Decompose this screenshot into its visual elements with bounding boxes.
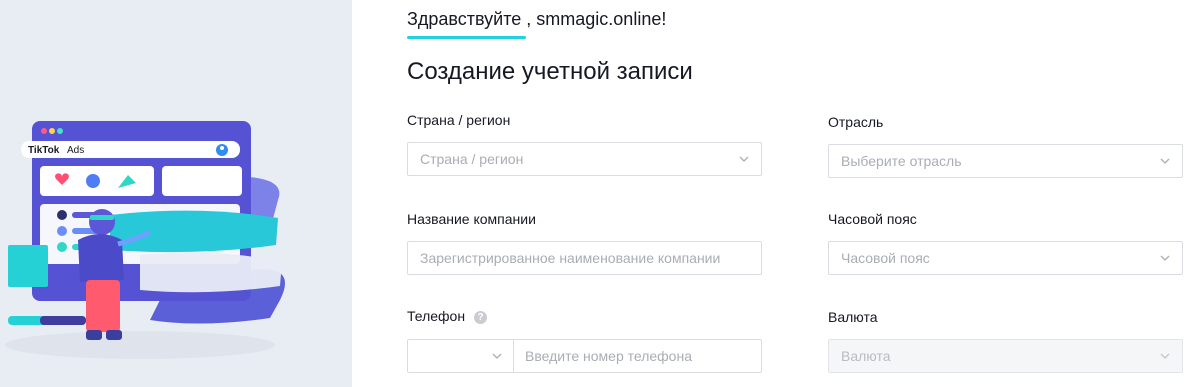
phone-field: Введите номер телефона xyxy=(407,339,762,373)
greeting-account: , smmagic.online! xyxy=(521,9,667,29)
phone-label: Телефон xyxy=(407,308,466,324)
country-select[interactable]: Страна / регион xyxy=(407,142,762,176)
tiktok-brand: TikTok xyxy=(28,145,60,156)
industry-select[interactable]: Выберите отрасль xyxy=(828,144,1183,178)
chevron-down-icon xyxy=(492,353,502,359)
phone-country-code-select[interactable] xyxy=(408,340,514,372)
page-title: Создание учетной записи xyxy=(407,58,693,85)
currency-select[interactable]: Валюта xyxy=(828,339,1183,373)
tiktok-ads-illustration: TikTok Ads xyxy=(5,121,285,359)
industry-placeholder: Выберите отрасль xyxy=(841,153,962,169)
phone-number-input[interactable]: Введите номер телефона xyxy=(514,348,761,364)
timezone-placeholder: Часовой пояс xyxy=(841,250,930,266)
ads-label: Ads xyxy=(67,145,84,156)
country-label: Страна / регион xyxy=(407,112,511,128)
help-icon[interactable]: ? xyxy=(474,311,488,324)
chevron-down-icon xyxy=(739,156,749,162)
company-name-input[interactable]: Зарегистрированное наименование компании xyxy=(407,241,762,275)
greeting-word: Здравствуйте xyxy=(407,9,522,29)
currency-label: Валюта xyxy=(828,309,878,325)
phone-label-row: Телефон? xyxy=(407,308,488,324)
chevron-down-icon xyxy=(1160,255,1170,261)
country-placeholder: Страна / регион xyxy=(420,151,524,167)
chevron-down-icon xyxy=(1160,158,1170,164)
chevron-down-icon xyxy=(1160,353,1170,359)
timezone-select[interactable]: Часовой пояс xyxy=(828,241,1183,275)
greeting-underline xyxy=(407,36,526,39)
company-label: Название компании xyxy=(407,211,536,227)
currency-placeholder: Валюта xyxy=(841,348,891,364)
industry-label: Отрасль xyxy=(828,114,884,130)
illustration-panel: TikTok Ads xyxy=(0,0,352,387)
timezone-label: Часовой пояс xyxy=(828,211,917,227)
company-placeholder: Зарегистрированное наименование компании xyxy=(420,250,721,266)
greeting: Здравствуйте , smmagic.online! xyxy=(407,9,667,39)
